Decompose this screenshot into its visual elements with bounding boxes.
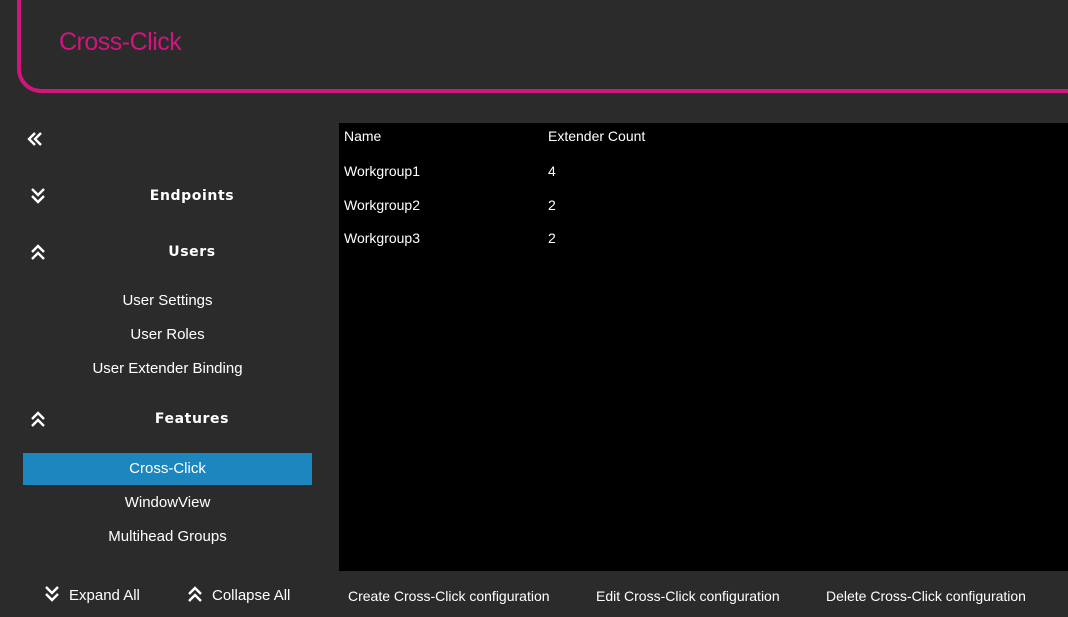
double-chevron-up-icon <box>31 411 45 427</box>
row-extender-count: 4 <box>548 163 556 179</box>
row-name: Workgroup2 <box>344 197 421 213</box>
row-name: Workgroup1 <box>344 163 421 179</box>
column-header-name[interactable]: Name <box>344 128 381 144</box>
row-extender-count: 2 <box>548 230 556 246</box>
section-users-label: Users <box>168 244 216 260</box>
collapse-all-label: Collapse All <box>212 587 291 604</box>
delete-configuration-button[interactable]: Delete Cross-Click configuration <box>826 584 1026 608</box>
workgroup-table: Name Extender Count Workgroup1 4 Workgro… <box>339 123 1068 571</box>
double-chevron-up-icon <box>31 244 45 260</box>
double-chevron-down-icon <box>45 586 59 602</box>
expand-all-button[interactable]: Expand All <box>45 584 140 608</box>
row-name: Workgroup3 <box>344 230 421 246</box>
sidebar-item-user-settings[interactable]: User Settings <box>23 285 312 317</box>
app-window: Cross-Click Endpoints Users User Setting… <box>0 0 1068 617</box>
sidebar-item-user-roles[interactable]: User Roles <box>23 319 312 351</box>
action-bar: Create Cross-Click configuration Edit Cr… <box>339 584 1068 608</box>
collapse-sidebar-button[interactable] <box>27 130 43 150</box>
section-endpoints-label: Endpoints <box>149 188 235 204</box>
edit-configuration-button[interactable]: Edit Cross-Click configuration <box>596 584 780 608</box>
table-row[interactable]: Workgroup3 2 <box>339 223 1068 253</box>
column-header-extender-count[interactable]: Extender Count <box>548 128 645 144</box>
section-endpoints[interactable]: Endpoints <box>0 183 338 211</box>
double-chevron-left-icon <box>27 132 42 146</box>
section-users[interactable]: Users <box>0 239 338 267</box>
app-header: Cross-Click <box>0 0 1068 97</box>
sidebar: Endpoints Users User Settings User Roles… <box>0 97 338 617</box>
section-features-label: Features <box>154 411 230 427</box>
sidebar-item-user-extender-binding[interactable]: User Extender Binding <box>23 353 312 385</box>
double-chevron-down-icon <box>31 188 45 204</box>
row-extender-count: 2 <box>548 197 556 213</box>
table-row[interactable]: Workgroup1 4 <box>339 156 1068 186</box>
expand-all-label: Expand All <box>69 587 140 604</box>
page-title: Cross-Click <box>59 28 182 56</box>
sidebar-item-cross-click[interactable]: Cross-Click <box>23 453 312 485</box>
double-chevron-up-icon <box>188 586 202 602</box>
sidebar-item-multihead-groups[interactable]: Multihead Groups <box>23 521 312 553</box>
table-header: Name Extender Count <box>339 128 1068 148</box>
create-configuration-button[interactable]: Create Cross-Click configuration <box>348 584 550 608</box>
section-features[interactable]: Features <box>0 406 338 434</box>
table-row[interactable]: Workgroup2 2 <box>339 190 1068 220</box>
sidebar-item-windowview[interactable]: WindowView <box>23 487 312 519</box>
collapse-all-button[interactable]: Collapse All <box>188 584 290 608</box>
